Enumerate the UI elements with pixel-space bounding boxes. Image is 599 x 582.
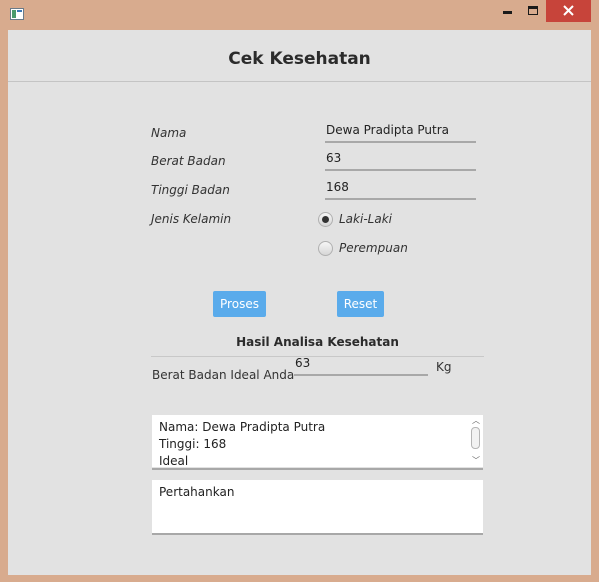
header-bar: Cek Kesehatan (8, 30, 591, 82)
berat-ideal-field[interactable]: 63 (294, 355, 428, 376)
close-button[interactable] (546, 0, 591, 22)
summary-textarea[interactable]: Nama: Dewa Pradipta Putra Tinggi: 168 Id… (152, 415, 483, 467)
summary-scrollbar[interactable]: ︿ ﹀ (469, 415, 483, 467)
maximize-button[interactable] (521, 0, 546, 22)
advice-underline (152, 533, 483, 535)
radio-laki-laki-label[interactable]: Laki-Laki (339, 212, 392, 226)
reset-button[interactable]: Reset (337, 291, 384, 317)
page-title: Cek Kesehatan (228, 49, 371, 69)
minimize-icon (503, 11, 512, 14)
berat-badan-input[interactable]: 63 (325, 149, 476, 171)
berat-badan-label: Berat Badan (151, 154, 226, 168)
scroll-down-arrow-icon[interactable]: ﹀ (472, 457, 480, 465)
minimize-button[interactable] (494, 0, 519, 22)
app-window: Cek Kesehatan Nama Dewa Pradipta Putra B… (0, 0, 599, 582)
radio-perempuan[interactable] (318, 241, 333, 256)
radio-laki-laki[interactable] (318, 212, 333, 227)
scroll-thumb[interactable] (471, 427, 480, 449)
java-app-icon (10, 8, 24, 20)
advice-textarea[interactable]: Pertahankan (152, 480, 483, 533)
unit-kg-label: Kg (436, 360, 452, 374)
summary-line-nama: Nama: Dewa Pradipta Putra (159, 420, 326, 434)
summary-line-tinggi: Tinggi: 168 (159, 437, 227, 451)
maximize-icon (528, 6, 538, 15)
radio-perempuan-label[interactable]: Perempuan (339, 241, 408, 255)
tinggi-badan-input[interactable]: 168 (325, 178, 476, 200)
nama-label: Nama (151, 126, 187, 140)
advice-text: Pertahankan (159, 485, 235, 499)
scroll-up-arrow-icon[interactable]: ︿ (472, 417, 480, 425)
tinggi-badan-label: Tinggi Badan (151, 183, 230, 197)
client-area: Cek Kesehatan Nama Dewa Pradipta Putra B… (8, 30, 591, 575)
close-icon (563, 5, 574, 16)
title-bar[interactable] (0, 0, 599, 30)
nama-input[interactable]: Dewa Pradipta Putra (325, 121, 476, 143)
proses-button[interactable]: Proses (213, 291, 266, 317)
jenis-kelamin-label: Jenis Kelamin (151, 212, 232, 226)
summary-underline (152, 468, 483, 470)
summary-line-status: Ideal (159, 454, 189, 467)
hasil-analisa-title: Hasil Analisa Kesehatan (236, 335, 399, 349)
berat-ideal-label: Berat Badan Ideal Anda (152, 368, 295, 382)
